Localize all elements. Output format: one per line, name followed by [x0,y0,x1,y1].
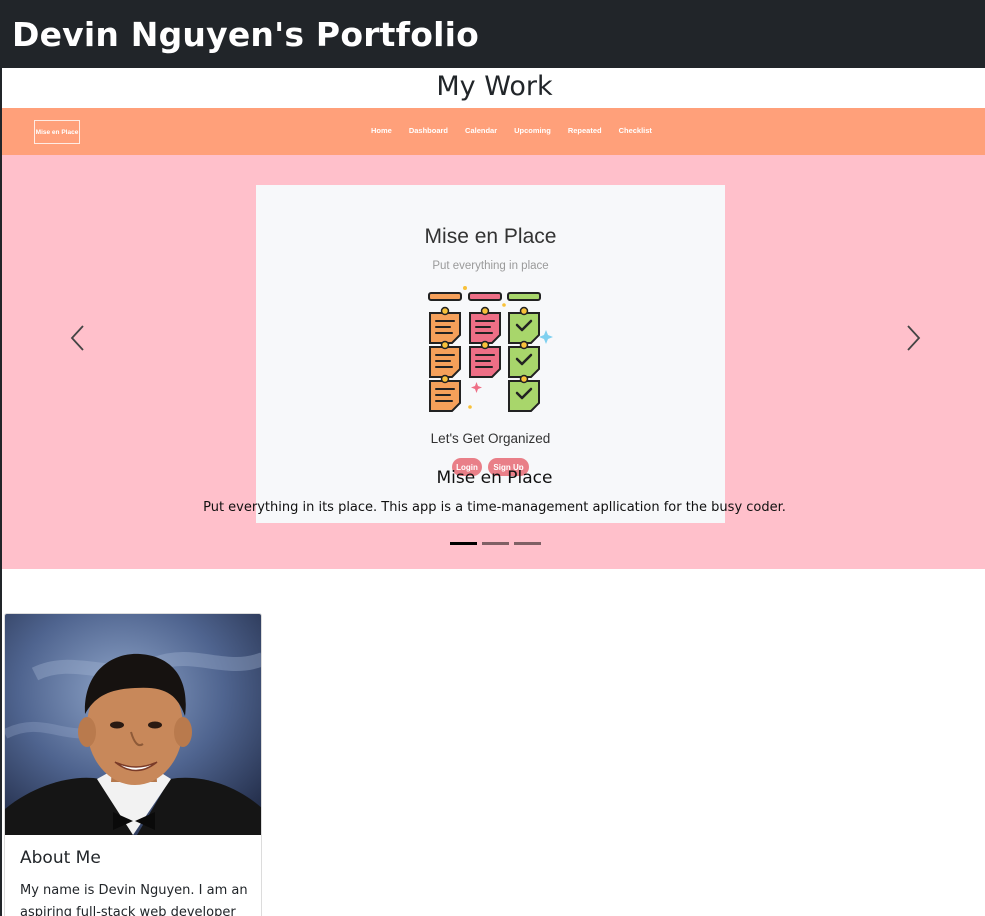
profile-photo [5,614,261,835]
embedded-nav-checklist: Checklist [618,126,652,135]
embedded-app-logo: Mise en Place [34,120,80,144]
embedded-nav-upcoming: Upcoming [514,126,551,135]
about-me-text: My name is Devin Nguyen. I am an aspirin… [20,883,248,916]
embedded-nav-calendar: Calendar [465,126,498,135]
section-title: My Work [436,71,553,102]
embedded-app-title: Mise en Place [424,225,557,248]
about-me-title: About Me [20,848,101,868]
embedded-app-nav-links: Home Dashboard Calendar Upcoming Repeate… [371,126,669,135]
carousel-prev-button[interactable] [62,313,92,363]
embedded-app-navbar: Mise en Place Home Dashboard Calendar Up… [2,108,985,155]
embedded-nav-dashboard: Dashboard [408,126,449,135]
page: Devin Nguyen's Portfolio My Work Mise en… [0,0,985,916]
embedded-nav-home: Home [371,126,392,135]
brand-title[interactable]: Devin Nguyen's Portfolio [12,15,479,54]
portfolio-carousel: Mise en Place Home Dashboard Calendar Up… [2,108,985,569]
carousel-caption-text: Put everything in its place. This app is… [203,500,786,515]
top-navbar: Devin Nguyen's Portfolio [2,0,985,68]
embedded-app-cta: Let's Get Organized [430,431,551,446]
carousel-indicator-3[interactable] [514,542,541,545]
chevron-right-icon [907,325,921,351]
carousel-indicator-1[interactable] [450,542,477,545]
carousel-caption-title: Mise en Place [436,468,553,488]
about-me-card: About Me My name is Devin Nguyen. I am a… [4,613,262,916]
sticky-notes-illustration [428,286,553,412]
chevron-left-icon [70,325,84,351]
embedded-app-subtitle: Put everything in place [432,260,549,272]
embedded-nav-repeated: Repeated [567,126,602,135]
carousel-indicator-2[interactable] [482,542,509,545]
carousel-indicators [450,542,541,545]
carousel-next-button[interactable] [899,313,929,363]
